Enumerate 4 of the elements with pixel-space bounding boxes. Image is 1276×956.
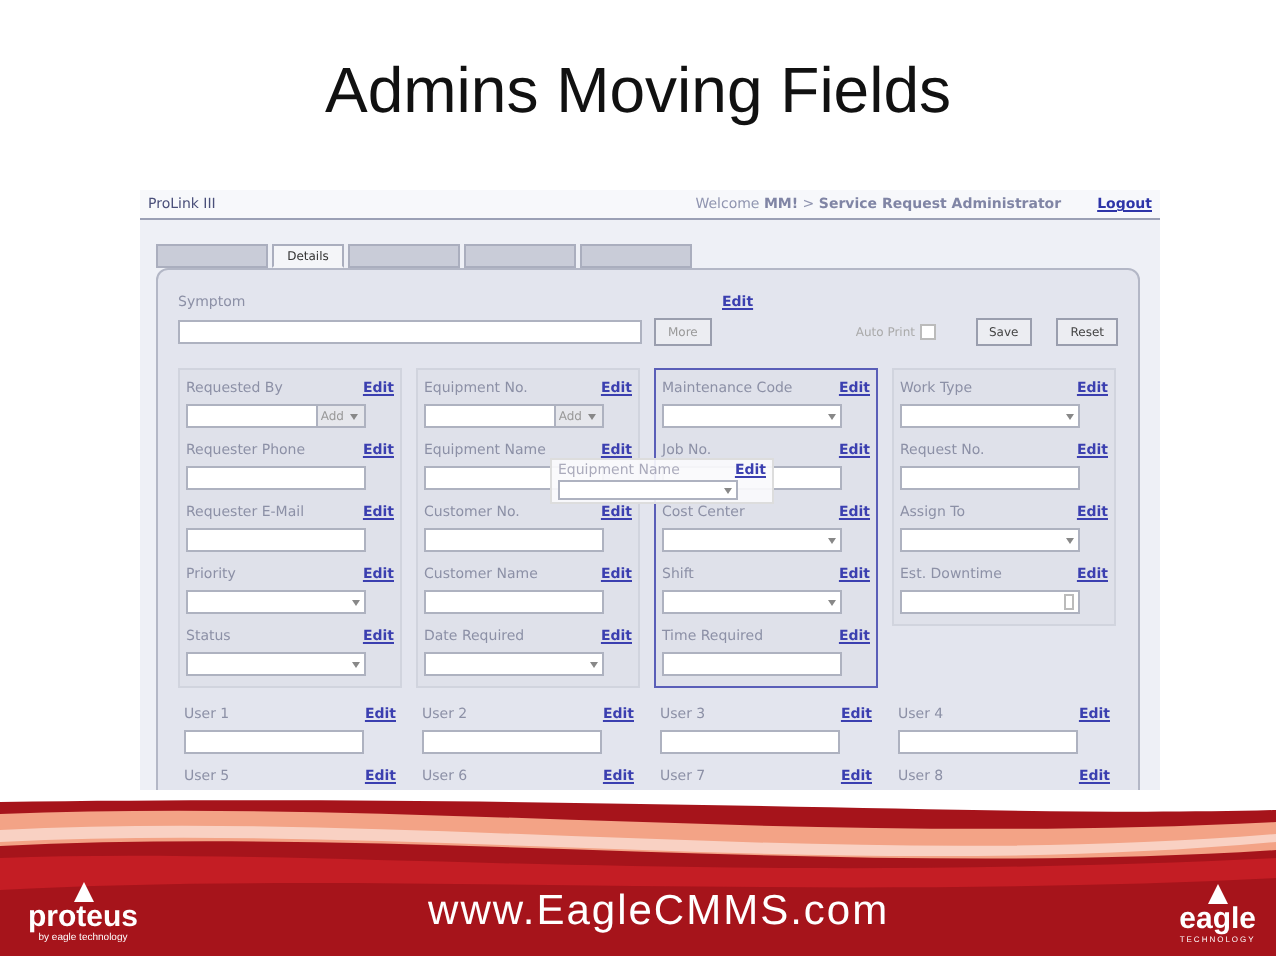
brand-name: proteus bbox=[28, 902, 139, 932]
website-url: www.EagleCMMS.com bbox=[428, 888, 890, 936]
slide-title: Admins Moving Fields bbox=[325, 54, 951, 128]
logo-name: eagle bbox=[1179, 904, 1256, 934]
